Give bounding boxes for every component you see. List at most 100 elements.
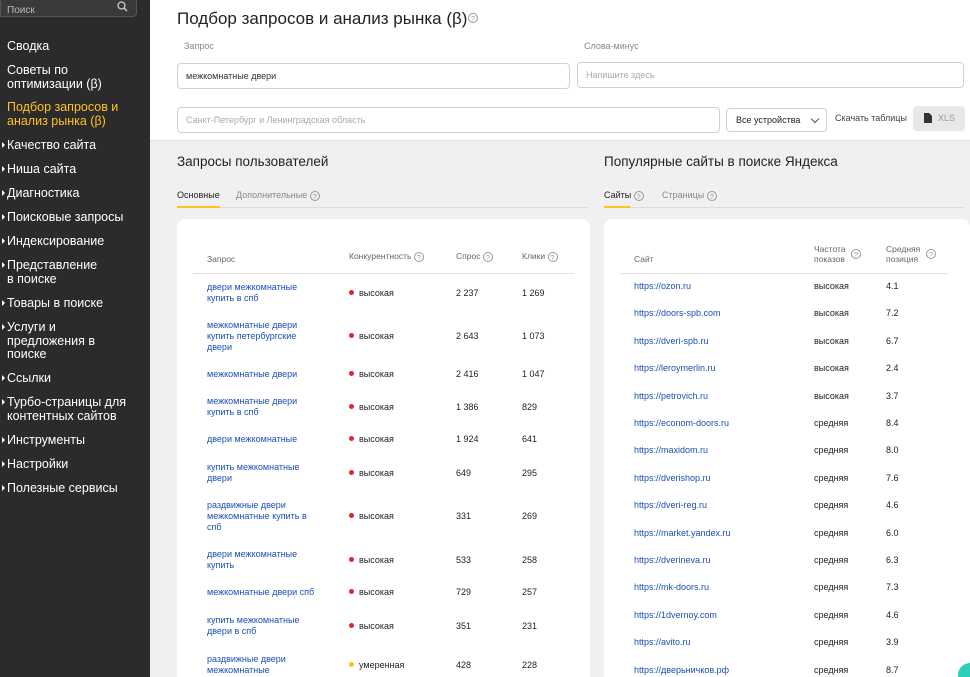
- sites-section-title: Популярные сайты в поиске Яндекса: [604, 154, 838, 169]
- nav-item-tools[interactable]: Инструменты: [7, 433, 85, 448]
- competition-value: высокая: [359, 401, 394, 412]
- query-link[interactable]: межкомнатные двери: [207, 369, 317, 380]
- region-input[interactable]: [177, 107, 720, 133]
- nav-item-optimization-tips[interactable]: Советы по оптимизации (β): [7, 63, 117, 91]
- caret-right-icon: [2, 142, 5, 148]
- competition-value: высокая: [359, 434, 394, 444]
- frequency-cell: высокая: [814, 335, 849, 346]
- frequency-cell: средняя: [814, 500, 849, 511]
- query-link[interactable]: раздвижные двери межкомнатные: [207, 654, 317, 676]
- site-link[interactable]: https://дверьничков.рф: [634, 665, 729, 675]
- nav-item-settings[interactable]: Настройки: [7, 457, 68, 472]
- competition-value: высокая: [359, 287, 394, 298]
- site-link[interactable]: https://petrovich.ru: [634, 391, 708, 401]
- site-link[interactable]: https://maxidom.ru: [634, 445, 708, 455]
- frequency-cell: средняя: [814, 664, 849, 675]
- nav-item-query-selection[interactable]: Подбор запросов и анализ рынка (β): [7, 100, 132, 128]
- nav-item-search-queries[interactable]: Поисковые запросы: [7, 210, 123, 225]
- query-link[interactable]: двери межкомнатные купить: [207, 549, 317, 571]
- query-link[interactable]: межкомнатные двери спб: [207, 587, 317, 598]
- help-icon[interactable]: ?: [468, 13, 478, 23]
- site-link[interactable]: https://market.yandex.ru: [634, 528, 731, 538]
- site-link[interactable]: https://mk-doors.ru: [634, 582, 709, 592]
- status-dot: [349, 403, 354, 409]
- help-icon[interactable]: ?: [926, 249, 936, 259]
- caret-right-icon: [2, 461, 5, 467]
- devices-select[interactable]: Все устройства: [726, 108, 827, 132]
- demand-cell: 351: [456, 620, 472, 631]
- tab-pages[interactable]: Страницы ?: [662, 190, 717, 201]
- site-link[interactable]: https://doors-spb.com: [634, 308, 721, 318]
- site-link[interactable]: https://econom-doors.ru: [634, 418, 729, 428]
- site-link[interactable]: https://dverishop.ru: [634, 473, 711, 483]
- frequency-cell: средняя: [814, 472, 849, 483]
- query-link[interactable]: межкомнатные двери купить в спб: [207, 396, 317, 418]
- query-link[interactable]: купить межкомнатные двери в спб: [207, 615, 317, 637]
- site-link[interactable]: https://ozon.ru: [634, 281, 691, 291]
- help-icon[interactable]: ?: [482, 251, 493, 262]
- tab-additional[interactable]: Дополнительные ?: [236, 190, 320, 201]
- nav-item-links[interactable]: Ссылки: [7, 371, 51, 386]
- nav-item-services[interactable]: Услуги и предложения в поиске: [7, 320, 107, 362]
- nav-item-summary[interactable]: Сводка: [7, 39, 49, 54]
- nav-item-site-quality[interactable]: Качество сайта: [7, 138, 96, 153]
- status-dot: [349, 556, 354, 562]
- column-header-query: Запрос: [207, 254, 236, 264]
- file-icon: [924, 113, 932, 123]
- help-icon[interactable]: ?: [309, 190, 320, 201]
- search-icon[interactable]: [117, 1, 128, 12]
- site-link[interactable]: https://dveri-spb.ru: [634, 336, 709, 346]
- query-input[interactable]: [177, 63, 570, 89]
- site-link[interactable]: https://leroymerlin.ru: [634, 363, 716, 373]
- query-label: Запрос: [184, 41, 214, 51]
- site-link[interactable]: https://dverineva.ru: [634, 555, 711, 565]
- column-header-competition[interactable]: Конкурентность ?: [349, 251, 424, 262]
- search-input[interactable]: [1, 3, 101, 18]
- caret-right-icon: [2, 190, 5, 196]
- status-dot: [349, 661, 354, 667]
- caret-right-icon: [2, 262, 5, 268]
- column-header-clicks[interactable]: Клики ?: [522, 251, 558, 262]
- nav-item-search-appearance[interactable]: Представление в поиске: [7, 258, 107, 286]
- frequency-cell: средняя: [814, 582, 849, 593]
- xls-download-button[interactable]: XLS: [913, 106, 965, 131]
- query-link[interactable]: двери межкомнатные купить в спб: [207, 282, 317, 304]
- caret-right-icon: [2, 214, 5, 220]
- tab-main[interactable]: Основные: [177, 190, 220, 200]
- help-icon[interactable]: ?: [633, 190, 644, 201]
- site-link[interactable]: https://dveri-reg.ru: [634, 500, 707, 510]
- minus-words-input[interactable]: [577, 62, 964, 88]
- query-link[interactable]: раздвижные двери межкомнатные купить в с…: [207, 500, 317, 533]
- help-icon[interactable]: ?: [706, 190, 717, 201]
- tab-sites[interactable]: Сайты ?: [604, 190, 644, 201]
- frequency-cell: средняя: [814, 445, 849, 456]
- caret-right-icon: [2, 437, 5, 443]
- help-icon[interactable]: ?: [547, 251, 558, 262]
- nav-item-products[interactable]: Товары в поиске: [7, 296, 103, 311]
- help-icon[interactable]: ?: [413, 251, 424, 262]
- competition-value: высокая: [359, 587, 394, 597]
- competition-cell: высокая: [349, 402, 394, 413]
- query-link[interactable]: двери межкомнатные: [207, 434, 317, 445]
- clicks-cell: 295: [522, 467, 538, 478]
- nav-item-turbo-pages[interactable]: Турбо-страницы для контентных сайтов: [7, 395, 137, 423]
- nav-item-diagnostics[interactable]: Диагностика: [7, 186, 79, 201]
- demand-cell: 729: [456, 587, 472, 597]
- position-cell: 6.0: [886, 527, 899, 538]
- query-link[interactable]: межкомнатные двери купить петербургские …: [207, 320, 317, 353]
- nav-item-indexing[interactable]: Индексирование: [7, 234, 104, 249]
- clicks-cell: 1 073: [522, 331, 545, 341]
- column-header-demand[interactable]: Спрос ?: [456, 251, 493, 262]
- column-header-clicks-label: Клики: [522, 251, 546, 261]
- position-cell: 7.3: [886, 582, 899, 593]
- nav-item-site-niche[interactable]: Ниша сайта: [7, 162, 76, 177]
- frequency-cell: высокая: [814, 390, 849, 401]
- site-link[interactable]: https://1dvernoy.com: [634, 610, 717, 620]
- nav-item-useful-services[interactable]: Полезные сервисы: [7, 481, 118, 496]
- column-header-demand-label: Спрос: [456, 251, 481, 261]
- sidebar-search[interactable]: [0, 0, 137, 18]
- query-link[interactable]: купить межкомнатные двери: [207, 462, 317, 484]
- help-icon[interactable]: ?: [851, 249, 861, 259]
- site-link[interactable]: https://avito.ru: [634, 637, 691, 647]
- tab-pages-label: Страницы: [662, 190, 705, 200]
